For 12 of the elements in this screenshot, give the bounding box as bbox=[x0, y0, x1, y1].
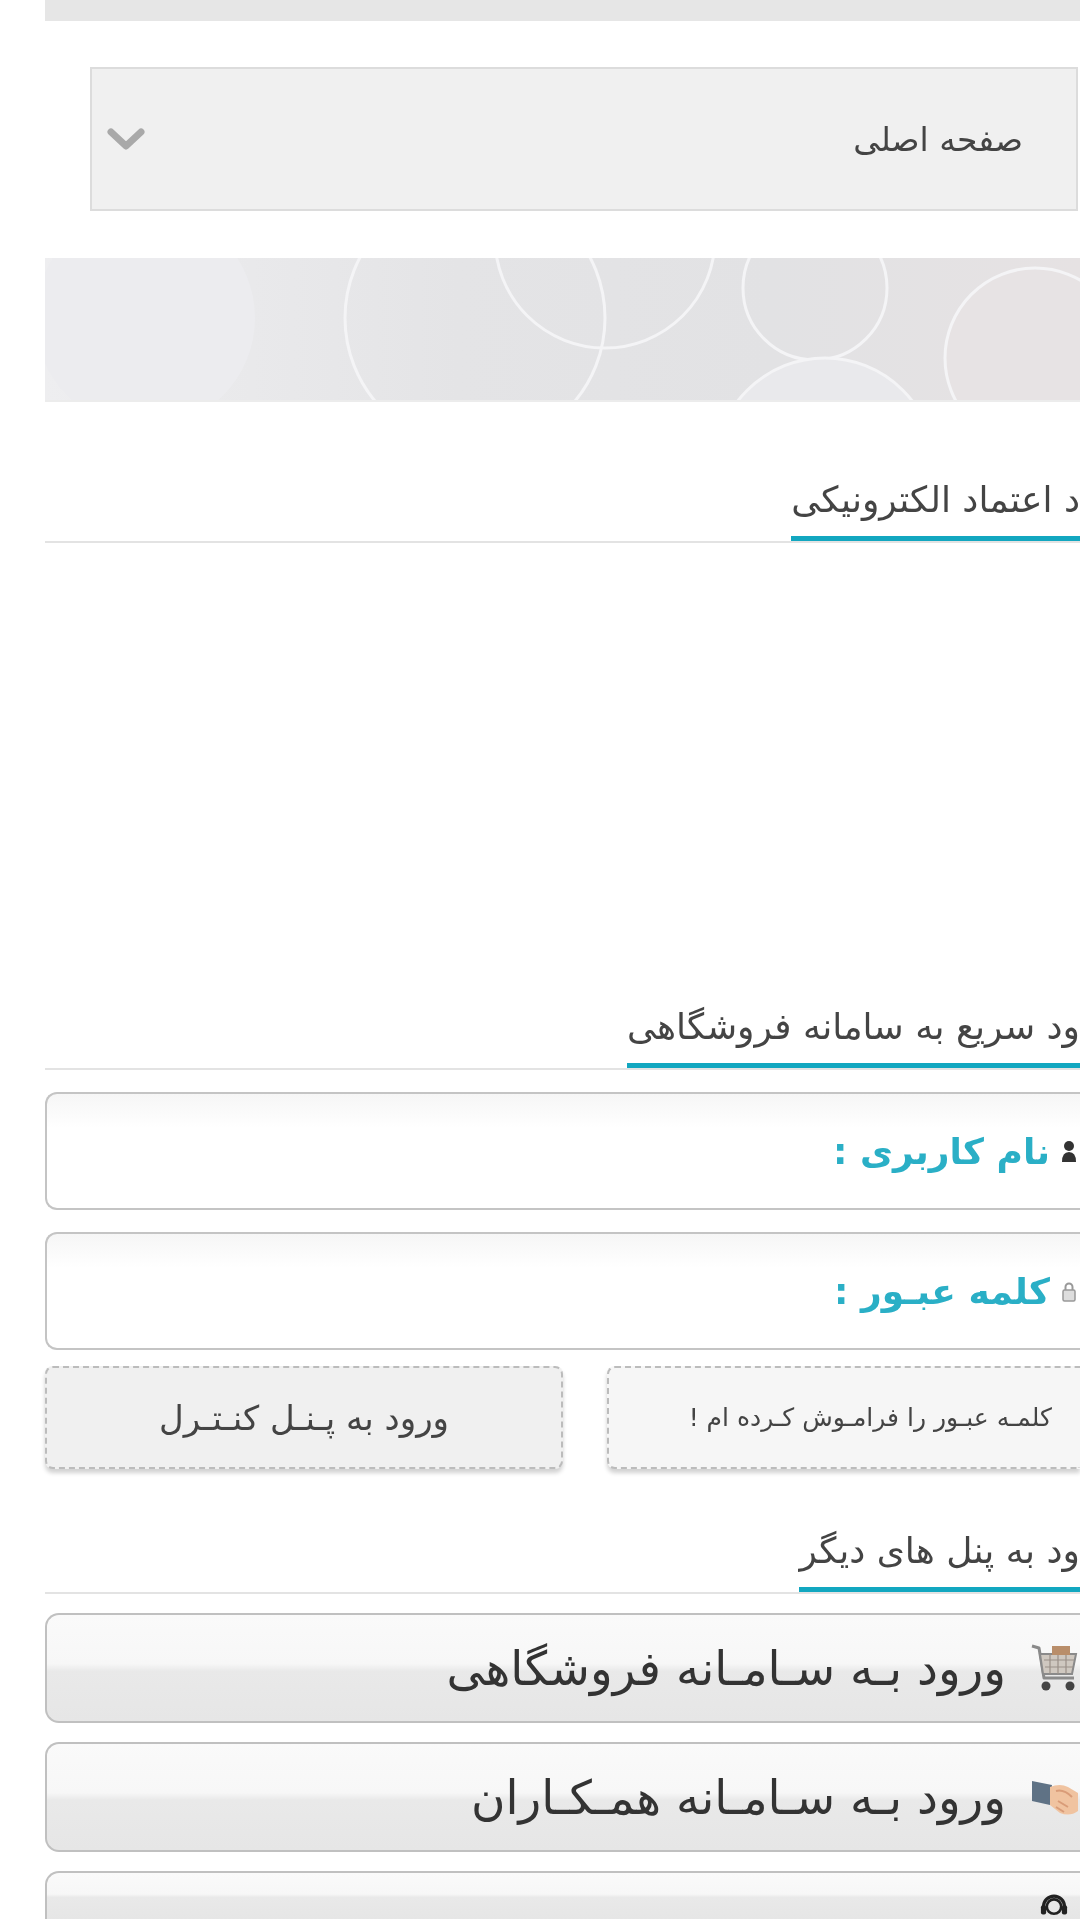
chevron-down-icon bbox=[107, 127, 145, 151]
user-icon bbox=[1062, 1140, 1076, 1162]
panel-login-button[interactable] bbox=[45, 1871, 1080, 1919]
section-title: ود سریع به سامانه فروشگاهی bbox=[627, 1003, 1080, 1068]
section-title: ود به پنل های دیگر bbox=[799, 1527, 1080, 1592]
panel-login-button[interactable]: ورود بـه سـامـانه فروشگاهی bbox=[45, 1613, 1080, 1723]
page-select[interactable]: صفحه اصلی bbox=[90, 67, 1078, 211]
section-title: د اعتماد الکترونیکی bbox=[791, 476, 1080, 541]
panel-login-button[interactable]: ورود بـه سـامـانه همـکـاران bbox=[45, 1742, 1080, 1852]
forgot-password-button[interactable]: کلمـه عبـور را فرامـوش کـرده ام ! bbox=[607, 1366, 1080, 1469]
login-button[interactable]: ورود به پـنـل کنـتـرل bbox=[45, 1366, 563, 1469]
lock-icon bbox=[1062, 1280, 1076, 1302]
